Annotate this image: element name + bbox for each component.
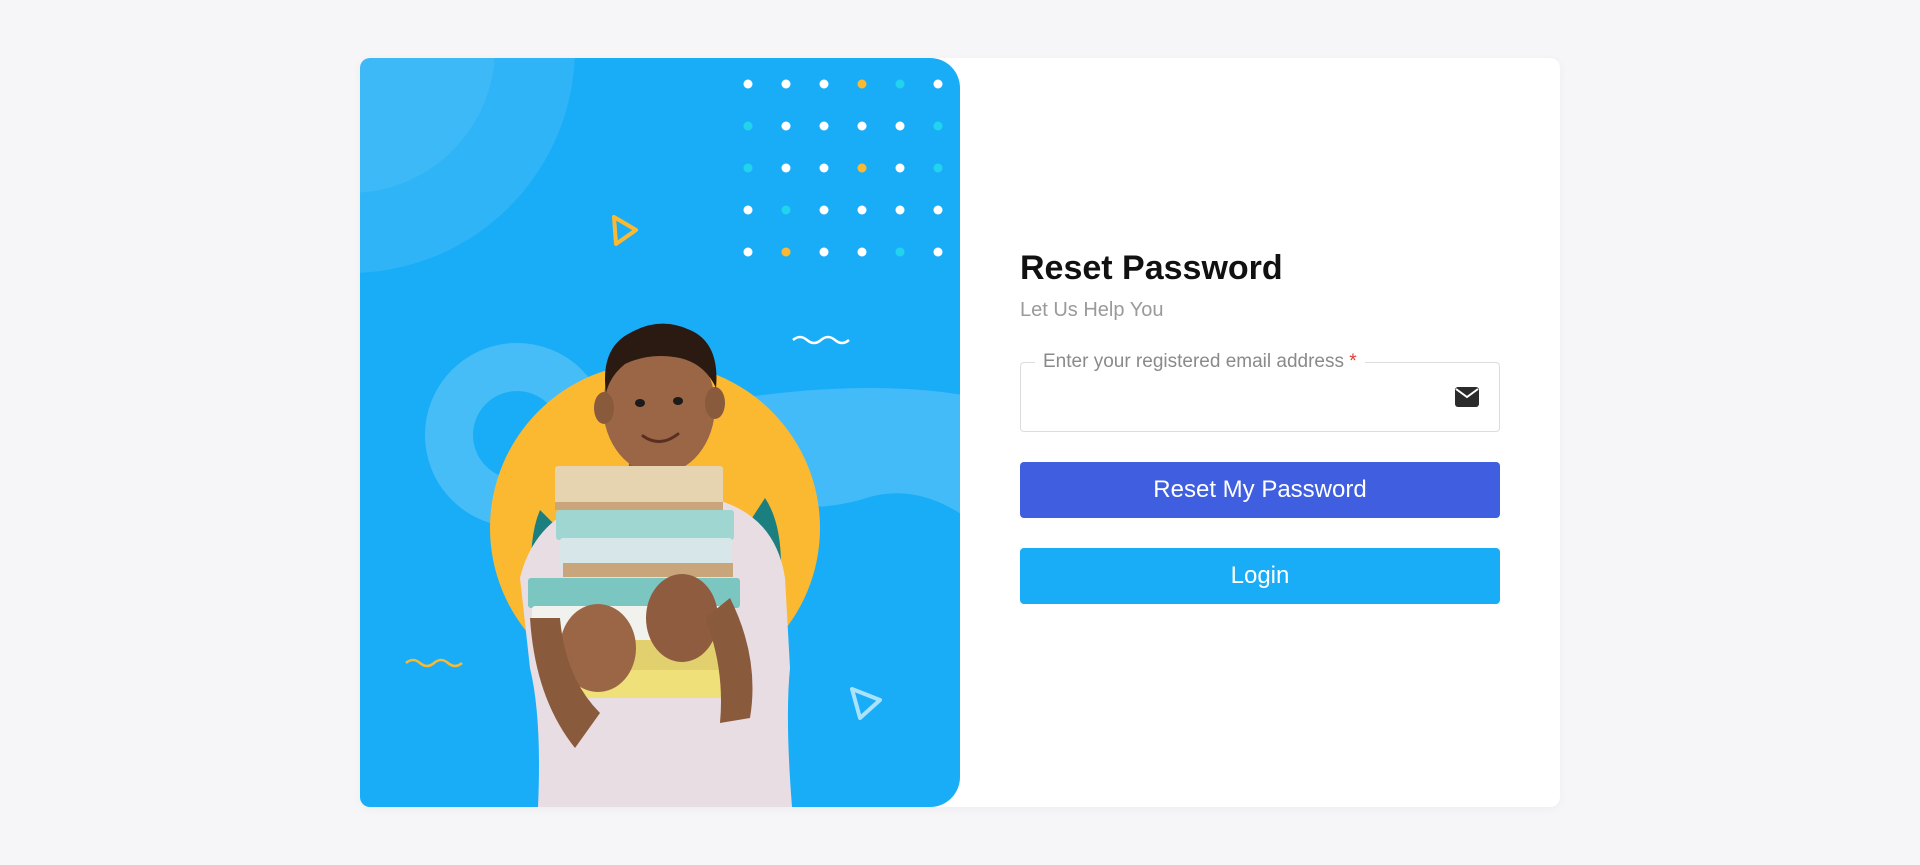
grid-dot xyxy=(933,79,943,89)
grid-dot xyxy=(895,205,905,215)
email-field[interactable]: Enter your registered email address * xyxy=(1020,351,1500,432)
grid-dot xyxy=(933,121,943,131)
dot-grid xyxy=(743,79,943,257)
grid-dot xyxy=(819,163,829,173)
grid-dot xyxy=(895,247,905,257)
grid-dot xyxy=(781,79,791,89)
grid-dot xyxy=(819,247,829,257)
email-field-label: Enter your registered email address * xyxy=(1035,351,1365,373)
grid-dot xyxy=(857,247,867,257)
hero-illustration xyxy=(360,58,960,807)
grid-dot xyxy=(933,247,943,257)
triangle-yellow xyxy=(612,215,638,246)
required-mark: * xyxy=(1349,351,1357,372)
grid-dot xyxy=(743,205,753,215)
email-label-text: Enter your registered email address xyxy=(1043,351,1344,372)
grid-dot xyxy=(743,121,753,131)
grid-dot xyxy=(743,247,753,257)
grid-dot xyxy=(857,79,867,89)
grid-dot xyxy=(819,205,829,215)
triangle-light xyxy=(850,687,882,720)
reset-form: Reset Password Let Us Help You Enter you… xyxy=(1020,248,1500,604)
grid-dot xyxy=(895,163,905,173)
grid-dot xyxy=(933,163,943,173)
page-title: Reset Password xyxy=(1020,249,1283,287)
grid-dot xyxy=(933,205,943,215)
envelope-icon xyxy=(1455,387,1479,407)
reset-card: Reset Password Let Us Help You Enter you… xyxy=(360,58,1560,807)
grid-dot xyxy=(781,205,791,215)
grid-dot xyxy=(743,79,753,89)
login-button[interactable]: Login xyxy=(1020,548,1500,604)
grid-dot xyxy=(857,121,867,131)
grid-dot xyxy=(781,247,791,257)
grid-dot xyxy=(781,121,791,131)
grid-dot xyxy=(743,163,753,173)
grid-dot xyxy=(857,163,867,173)
grid-dot xyxy=(857,205,867,215)
wave-yellow xyxy=(405,658,463,668)
grid-dot xyxy=(895,79,905,89)
page-subtitle: Let Us Help You xyxy=(1020,299,1164,321)
email-input[interactable] xyxy=(1037,381,1431,415)
hero-panel xyxy=(360,58,960,807)
grid-dot xyxy=(895,121,905,131)
grid-dot xyxy=(819,121,829,131)
grid-dot xyxy=(781,163,791,173)
reset-password-button[interactable]: Reset My Password xyxy=(1020,462,1500,518)
wave-white xyxy=(792,335,850,345)
grid-dot xyxy=(819,79,829,89)
